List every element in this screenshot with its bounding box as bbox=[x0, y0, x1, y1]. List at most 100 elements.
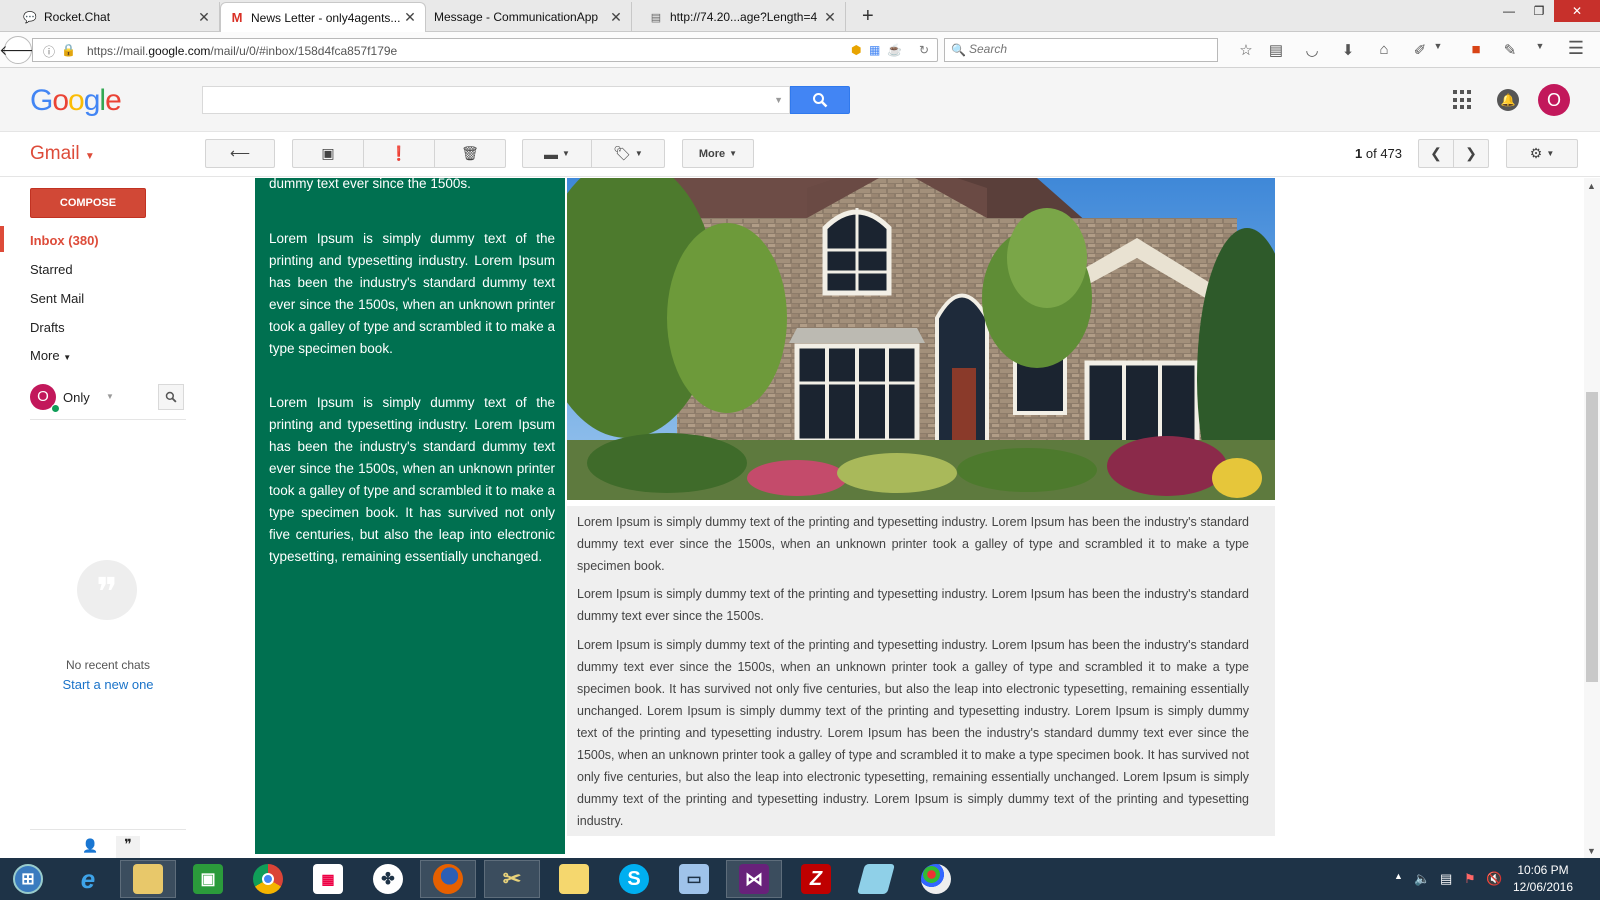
extension-icon[interactable]: ⬢ bbox=[851, 43, 861, 57]
chevron-down-icon: ▼ bbox=[729, 149, 738, 158]
settings-button[interactable]: ⚙ ▼ bbox=[1506, 139, 1578, 168]
gmail-menu[interactable]: Gmail ▼ bbox=[30, 143, 95, 165]
reload-icon[interactable]: ↻ bbox=[919, 43, 929, 57]
store-icon: ▣ bbox=[193, 864, 223, 894]
google-logo[interactable]: Google bbox=[30, 84, 122, 118]
taskbar-visual-studio[interactable]: ⋈ bbox=[726, 860, 782, 898]
extension-icon[interactable]: ✐ bbox=[1410, 41, 1430, 59]
back-to-inbox-button[interactable]: ⟵ bbox=[205, 139, 275, 168]
mute-icon[interactable]: 🔇 bbox=[1486, 871, 1502, 887]
network-icon[interactable]: ▤ bbox=[1440, 871, 1452, 887]
start-button[interactable]: ⊞ bbox=[0, 860, 56, 898]
nav-inbox[interactable]: Inbox (380) bbox=[30, 233, 99, 248]
hangouts-footer: 👤 ❞ bbox=[30, 829, 186, 860]
bookmark-star-icon[interactable]: ☆ bbox=[1236, 41, 1256, 59]
taskbar-skype[interactable]: S bbox=[606, 860, 662, 898]
search-icon: 🔍 bbox=[951, 43, 966, 57]
taskbar-remote-desktop[interactable]: ▭ bbox=[666, 860, 722, 898]
tab-rocketchat[interactable]: 💬 Rocket.Chat ✕ bbox=[14, 2, 220, 32]
scroll-up-arrow[interactable]: ▲ bbox=[1587, 181, 1596, 191]
close-tab-icon[interactable]: ✕ bbox=[823, 9, 837, 26]
nav-more[interactable]: More ▼ bbox=[30, 348, 71, 363]
restore-button[interactable]: ❐ bbox=[1524, 0, 1554, 22]
more-actions-button[interactable]: More ▼ bbox=[682, 139, 754, 168]
tab-message[interactable]: Message - CommunicationApp ✕ bbox=[426, 2, 632, 32]
taskbar-apps[interactable]: ▦ bbox=[300, 860, 356, 898]
chevron-down-icon[interactable]: ▼ bbox=[106, 392, 114, 401]
person-icon[interactable]: 👤 bbox=[82, 838, 98, 854]
compose-button[interactable]: COMPOSE bbox=[30, 188, 146, 218]
tab-page[interactable]: ▤ http://74.20...age?Length=4 ✕ bbox=[640, 2, 846, 32]
nav-drafts[interactable]: Drafts bbox=[30, 320, 65, 335]
taskbar-internet-explorer[interactable]: e bbox=[60, 860, 116, 898]
tools-icon[interactable]: ✎ bbox=[1500, 41, 1520, 59]
labels-button[interactable]: 🏷 ▼ bbox=[591, 139, 665, 168]
page-icon: ▤ bbox=[650, 11, 662, 24]
browser-search-bar[interactable]: 🔍 bbox=[944, 38, 1218, 62]
volume-icon[interactable]: 🔈 bbox=[1414, 871, 1430, 887]
back-button[interactable]: 🡐 bbox=[0, 36, 37, 64]
hangouts-user-name[interactable]: Only bbox=[63, 390, 90, 405]
chevron-down-icon[interactable]: ▼ bbox=[1530, 41, 1550, 51]
logo-letter: e bbox=[105, 84, 122, 117]
hangouts-search-button[interactable] bbox=[158, 384, 184, 410]
move-to-button[interactable]: ▬ ▼ bbox=[522, 139, 592, 168]
taskbar-firefox[interactable] bbox=[420, 860, 476, 898]
chevron-down-icon[interactable]: ▼ bbox=[1428, 41, 1448, 51]
pocket-icon[interactable]: ◡ bbox=[1302, 41, 1322, 59]
scrollbar-thumb[interactable] bbox=[1586, 392, 1598, 682]
translate-icon[interactable]: ▦ bbox=[869, 43, 880, 57]
url-bar[interactable]: ⓘ 🔒 https://mail.google.com/mail/u/0/#in… bbox=[32, 38, 938, 62]
taskbar-tree-app[interactable]: ✤ bbox=[360, 860, 416, 898]
taskbar-filezilla[interactable]: Z bbox=[788, 860, 844, 898]
account-avatar[interactable]: O bbox=[1538, 84, 1570, 116]
mail-search-box[interactable]: ▼ bbox=[202, 86, 790, 114]
taskbar-store[interactable]: ▣ bbox=[180, 860, 236, 898]
online-status-dot bbox=[51, 404, 60, 413]
taskbar-tools[interactable]: ✂ bbox=[484, 860, 540, 898]
hangouts-icon[interactable]: ❞ bbox=[116, 836, 140, 860]
vertical-scrollbar[interactable]: ▲ ▼ bbox=[1584, 178, 1600, 858]
tab-newsletter[interactable]: M News Letter - only4agents... ✕ bbox=[220, 2, 426, 32]
tray-expand-icon[interactable]: ▲ bbox=[1394, 871, 1403, 881]
taskbar-eraser[interactable] bbox=[848, 860, 904, 898]
mail-search-input[interactable] bbox=[203, 87, 763, 113]
older-button[interactable]: ❯ bbox=[1453, 139, 1489, 168]
home-icon[interactable]: ⌂ bbox=[1374, 41, 1394, 58]
tree-app-icon: ✤ bbox=[373, 864, 403, 894]
taskbar-paint[interactable] bbox=[908, 860, 964, 898]
reading-list-icon[interactable]: ▤ bbox=[1266, 41, 1286, 59]
browser-search-input[interactable] bbox=[969, 42, 1209, 56]
archive-button[interactable]: ▣ bbox=[292, 139, 364, 168]
taskbar-file-explorer[interactable] bbox=[120, 860, 176, 898]
pagination-text: 1 of 473 bbox=[1355, 146, 1403, 161]
apps-grid-icon[interactable] bbox=[1453, 90, 1473, 110]
report-spam-button[interactable]: ❗ bbox=[363, 139, 435, 168]
close-tab-icon[interactable]: ✕ bbox=[197, 9, 211, 26]
nav-sent-mail[interactable]: Sent Mail bbox=[30, 291, 84, 306]
scroll-down-arrow[interactable]: ▼ bbox=[1587, 846, 1596, 856]
flag-icon[interactable]: ⚑ bbox=[1464, 871, 1476, 887]
nav-starred[interactable]: Starred bbox=[30, 262, 73, 277]
system-clock[interactable]: 10:06 PM 12/06/2016 bbox=[1508, 862, 1578, 896]
taskbar-chrome[interactable] bbox=[240, 860, 296, 898]
addon-icon[interactable]: ■ bbox=[1466, 41, 1486, 58]
download-icon[interactable]: ⬇ bbox=[1338, 41, 1358, 59]
start-new-chat-link[interactable]: Start a new one bbox=[30, 677, 186, 692]
notifications-icon[interactable]: 🔔 bbox=[1497, 89, 1519, 111]
new-tab-button[interactable]: + bbox=[862, 5, 874, 28]
search-button[interactable] bbox=[790, 86, 850, 114]
newer-button[interactable]: ❮ bbox=[1418, 139, 1454, 168]
close-tab-icon[interactable]: ✕ bbox=[403, 9, 417, 26]
java-icon[interactable]: ☕ bbox=[887, 43, 902, 57]
minimize-button[interactable]: — bbox=[1494, 0, 1524, 22]
chevron-down-icon[interactable]: ▼ bbox=[774, 95, 783, 105]
hangouts-header: O Only ▼ bbox=[30, 384, 186, 420]
taskbar-folder[interactable] bbox=[546, 860, 602, 898]
menu-icon[interactable]: ☰ bbox=[1566, 38, 1586, 59]
chevron-down-icon: ▼ bbox=[634, 149, 643, 158]
delete-button[interactable]: 🗑 bbox=[434, 139, 506, 168]
close-tab-icon[interactable]: ✕ bbox=[609, 9, 623, 26]
remote-desktop-icon: ▭ bbox=[679, 864, 709, 894]
window-close-button[interactable]: ✕ bbox=[1554, 0, 1600, 22]
